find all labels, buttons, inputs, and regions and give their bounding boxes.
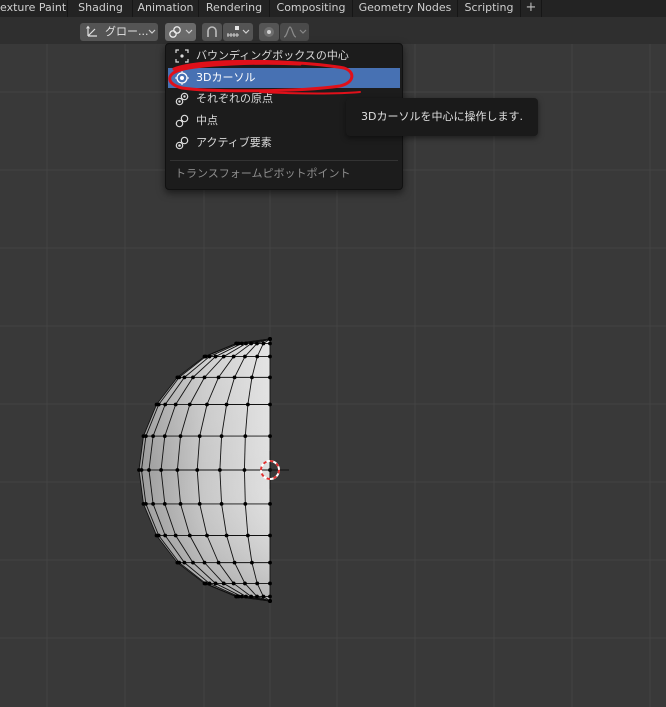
falloff-curve-icon bbox=[283, 26, 297, 38]
tab-scripting[interactable]: Scripting bbox=[458, 0, 521, 17]
tooltip: 3Dカーソルを中心に操作します. bbox=[346, 98, 538, 136]
3d-cursor-icon bbox=[175, 71, 189, 85]
chevron-down-icon bbox=[299, 29, 307, 34]
menu-item-label: 3Dカーソル bbox=[196, 71, 256, 84]
viewport-header: グロー... bbox=[0, 17, 666, 44]
menu-item-bounding-box-center[interactable]: バウンディングボックスの中心 bbox=[168, 46, 400, 66]
chevron-down-icon bbox=[148, 29, 156, 34]
tab-texture-paint[interactable]: exture Paint bbox=[0, 0, 68, 17]
chevron-down-icon bbox=[185, 29, 193, 34]
proportional-editing-icon bbox=[264, 27, 274, 37]
menu-separator bbox=[170, 160, 398, 161]
tab-rendering[interactable]: Rendering bbox=[199, 0, 270, 17]
menu-item-label: バウンディングボックスの中心 bbox=[196, 49, 349, 62]
orientation-label: グロー... bbox=[105, 25, 149, 38]
snap-increment-icon bbox=[227, 26, 239, 37]
active-element-icon bbox=[175, 136, 189, 150]
tab-shading[interactable]: Shading bbox=[69, 0, 133, 17]
snap-target-dropdown[interactable] bbox=[223, 23, 253, 41]
transform-orientation-icon bbox=[86, 25, 97, 37]
pivot-point-icon bbox=[169, 26, 181, 38]
pivot-point-dropdown[interactable] bbox=[165, 23, 196, 41]
snap-icon bbox=[207, 26, 217, 37]
tab-geometry-nodes[interactable]: Geometry Nodes bbox=[353, 0, 458, 17]
transform-orientation-dropdown[interactable]: グロー... bbox=[80, 23, 158, 41]
menu-item-label: アクティブ要素 bbox=[196, 136, 272, 149]
proportional-editing-toggle[interactable] bbox=[259, 23, 279, 41]
menu-item-label: 中点 bbox=[196, 114, 218, 127]
individual-origins-icon bbox=[175, 92, 189, 106]
snap-toggle[interactable] bbox=[202, 23, 222, 41]
median-point-icon bbox=[175, 114, 189, 128]
workspace-tab-bar: exture Paint Shading Animation Rendering… bbox=[0, 0, 666, 17]
tab-animation[interactable]: Animation bbox=[133, 0, 199, 17]
proportional-falloff-dropdown[interactable] bbox=[280, 23, 309, 41]
menu-item-3d-cursor[interactable]: 3Dカーソル bbox=[168, 68, 400, 88]
menu-item-label: それぞれの原点 bbox=[196, 92, 273, 105]
add-workspace-button[interactable]: + bbox=[521, 0, 542, 17]
tab-compositing[interactable]: Compositing bbox=[270, 0, 353, 17]
menu-item-active-element[interactable]: アクティブ要素 bbox=[168, 133, 400, 153]
chevron-down-icon bbox=[242, 29, 250, 34]
menu-title: トランスフォームピボットポイント bbox=[175, 167, 351, 180]
bounding-box-center-icon bbox=[175, 49, 189, 63]
